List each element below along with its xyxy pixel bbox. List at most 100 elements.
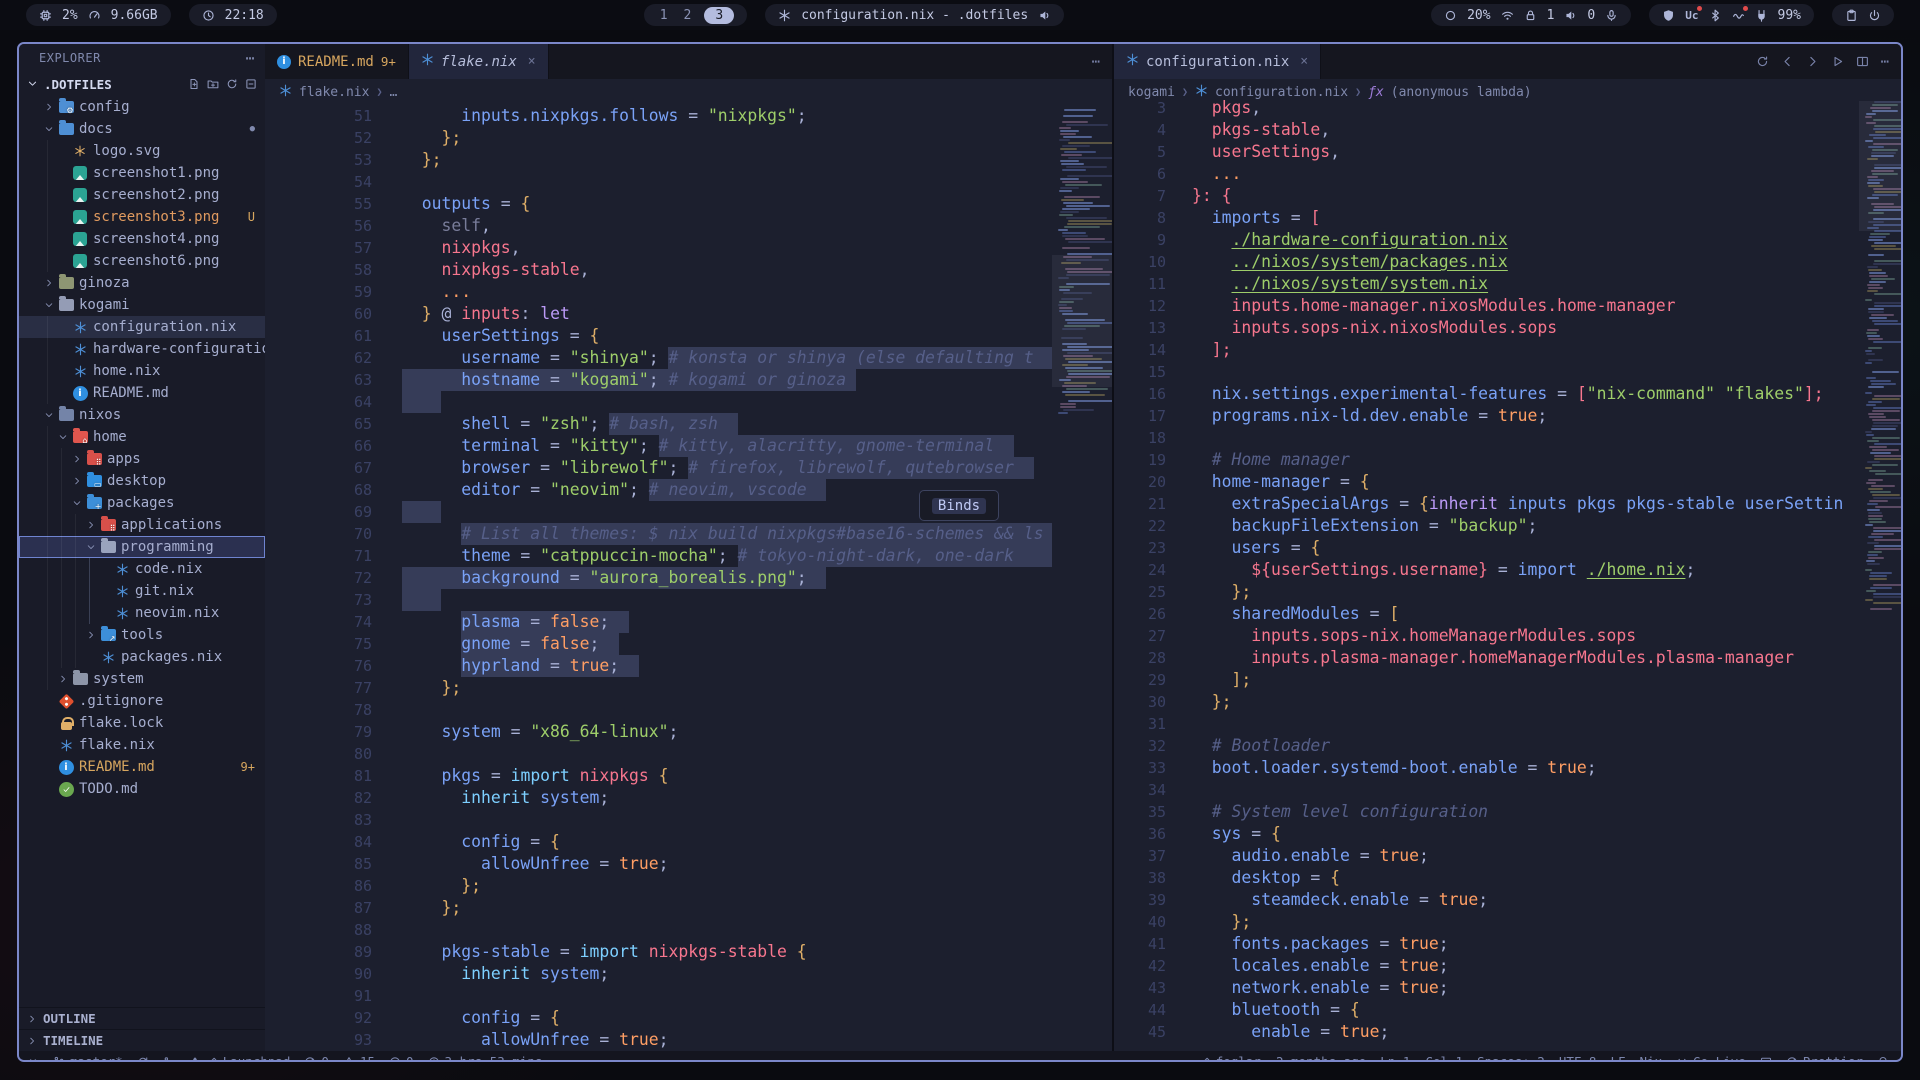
code-line[interactable]: 79 system = "x86_64-linux";	[265, 721, 1112, 743]
clipboard-icon[interactable]	[1845, 9, 1858, 22]
code-line[interactable]: 67 browser = "librewolf"; # firefox, lib…	[265, 457, 1112, 479]
tree-item-screenshot2.png[interactable]: screenshot2.png	[19, 184, 265, 206]
uc-tray-icon[interactable]: Uc	[1685, 9, 1698, 22]
code-line[interactable]: 80	[265, 743, 1112, 765]
tree-item-logo.svg[interactable]: logo.svg	[19, 140, 265, 162]
workspace-2[interactable]: 2	[681, 8, 695, 23]
code-line[interactable]: 34	[1114, 779, 1901, 801]
tree-item-neovim.nix[interactable]: neovim.nix	[19, 602, 265, 624]
workspace-1[interactable]: 1	[657, 8, 671, 23]
ports[interactable]: 0	[389, 1054, 414, 1062]
workspace-3[interactable]: 3	[704, 7, 734, 24]
new-file-icon[interactable]	[188, 78, 200, 90]
code-line[interactable]: 77 };	[265, 677, 1112, 699]
code-line[interactable]: 54	[265, 171, 1112, 193]
code-line[interactable]: 26 sharedModules = [	[1114, 603, 1901, 625]
cpu-icon[interactable]	[39, 9, 52, 22]
code-line[interactable]: 41 fonts.packages = true;	[1114, 933, 1901, 955]
more-actions-icon[interactable]: ⋯	[1092, 54, 1100, 70]
code-line[interactable]: 36 sys = {	[1114, 823, 1901, 845]
code-line[interactable]: 83	[265, 809, 1112, 831]
forward-icon[interactable]	[1806, 55, 1819, 68]
code-line[interactable]: 3 pkgs,	[1114, 97, 1901, 119]
code-line[interactable]: 52 };	[265, 127, 1112, 149]
code-line[interactable]: 75 gnome = false;	[265, 633, 1112, 655]
code-line[interactable]: 12 inputs.home-manager.nixosModules.home…	[1114, 295, 1901, 317]
minimap[interactable]	[1052, 105, 1112, 1051]
tab-flake.nix[interactable]: flake.nix×	[409, 44, 549, 79]
code-line[interactable]: 33 boot.loader.systemd-boot.enable = tru…	[1114, 757, 1901, 779]
tree-item-configuration.nix[interactable]: configuration.nix	[19, 316, 265, 338]
errors[interactable]: 0	[304, 1054, 329, 1062]
cursor-position[interactable]: Ln 1, Col 1	[1380, 1054, 1463, 1062]
git-blame[interactable]: foglar, 2 months ago	[1199, 1054, 1367, 1062]
split-icon[interactable]	[1856, 55, 1869, 68]
mic-icon[interactable]	[1605, 9, 1618, 22]
code-line[interactable]: 63 hostname = "kogami"; # kogami or gino…	[265, 369, 1112, 391]
tree-item-.gitignore[interactable]: .gitignore	[19, 690, 265, 712]
code-line[interactable]: 62 username = "shinya"; # konsta or shin…	[265, 347, 1112, 369]
code-line[interactable]: 73	[265, 589, 1112, 611]
code-line[interactable]: 55 outputs = {	[265, 193, 1112, 215]
code-line[interactable]: 45 enable = true;	[1114, 1021, 1901, 1043]
code-line[interactable]: 53 };	[265, 149, 1112, 171]
code-line[interactable]: 30 };	[1114, 691, 1901, 713]
tree-item-apps[interactable]: ⠿apps	[19, 448, 265, 470]
tree-item-config[interactable]: ⚙config	[19, 96, 265, 118]
code-line[interactable]: 39 steamdeck.enable = true;	[1114, 889, 1901, 911]
minimap-slider[interactable]	[1052, 255, 1112, 387]
code-line[interactable]: 15	[1114, 361, 1901, 383]
section-timeline[interactable]: TIMELINE	[19, 1029, 265, 1051]
code-line[interactable]: 91	[265, 985, 1112, 1007]
code-line[interactable]: 86 };	[265, 875, 1112, 897]
tree-item-screenshot3.png[interactable]: screenshot3.pngU	[19, 206, 265, 228]
code-line[interactable]: 13 inputs.sops-nix.nixosModules.sops	[1114, 317, 1901, 339]
code-line[interactable]: 51 inputs.nixpkgs.follows = "nixpkgs";	[265, 105, 1112, 127]
code-line[interactable]: 37 audio.enable = true;	[1114, 845, 1901, 867]
more-icon[interactable]: ⋯	[1881, 54, 1889, 70]
refresh-icon[interactable]	[226, 78, 238, 90]
minimap[interactable]	[1859, 97, 1901, 1051]
tree-item-code.nix[interactable]: code.nix	[19, 558, 265, 580]
eol[interactable]: LF	[1610, 1054, 1625, 1062]
code-line[interactable]: 87 };	[265, 897, 1112, 919]
code-line[interactable]: 92 config = {	[265, 1007, 1112, 1029]
code-line[interactable]: 78	[265, 699, 1112, 721]
code-line[interactable]: 89 pkgs-stable = import nixpkgs-stable {	[265, 941, 1112, 963]
back-icon[interactable]	[1781, 55, 1794, 68]
code-line[interactable]: 74 plasma = false;	[265, 611, 1112, 633]
code-line[interactable]: 56 self,	[265, 215, 1112, 237]
collapse-all-icon[interactable]	[245, 78, 257, 90]
plug-icon[interactable]	[1755, 9, 1768, 22]
new-folder-icon[interactable]	[207, 78, 219, 90]
tree-item-home.nix[interactable]: home.nix	[19, 360, 265, 382]
tree-item-home[interactable]: ⌂home	[19, 426, 265, 448]
git-graph[interactable]	[163, 1056, 175, 1063]
tree-item-screenshot4.png[interactable]: screenshot4.png	[19, 228, 265, 250]
speaker-icon[interactable]	[1564, 9, 1577, 22]
minimap-slider[interactable]	[1859, 101, 1901, 231]
tree-item-flake.lock[interactable]: flake.lock	[19, 712, 265, 734]
code-line[interactable]: 88	[265, 919, 1112, 941]
tab-configuration.nix[interactable]: configuration.nix×	[1114, 44, 1321, 79]
code-line[interactable]: 72 background = "aurora_borealis.png";	[265, 567, 1112, 589]
tree-item-screenshot1.png[interactable]: screenshot1.png	[19, 162, 265, 184]
wakatime[interactable]: 3 hrs 53 mins	[428, 1054, 543, 1062]
code-line[interactable]: 29 ];	[1114, 669, 1901, 691]
code-line[interactable]: 85 allowUnfree = true;	[265, 853, 1112, 875]
explorer-more-actions-icon[interactable]: ⋯	[245, 49, 255, 67]
code-line[interactable]: 19 # Home manager	[1114, 449, 1901, 471]
code-line[interactable]: 10 ../nixos/system/packages.nix	[1114, 251, 1901, 273]
power-icon[interactable]	[1868, 9, 1881, 22]
tree-item-ginoza[interactable]: ginoza	[19, 272, 265, 294]
wifi-icon[interactable]	[1501, 9, 1514, 22]
tree-item-todo.md[interactable]: TODO.md	[19, 778, 265, 800]
tree-item-kogami[interactable]: kogami	[19, 294, 265, 316]
code-line[interactable]: 17 programs.nix-ld.dev.enable = true;	[1114, 405, 1901, 427]
breadcrumb-item[interactable]: flake.nix	[299, 85, 369, 100]
code-line[interactable]: 27 inputs.sops-nix.homeManagerModules.so…	[1114, 625, 1901, 647]
wave-icon[interactable]	[1732, 9, 1745, 22]
tree-item-packages.nix[interactable]: packages.nix	[19, 646, 265, 668]
tab-readme.md[interactable]: iREADME.md9+	[265, 44, 409, 79]
indentation[interactable]: Spaces: 2	[1477, 1054, 1545, 1062]
